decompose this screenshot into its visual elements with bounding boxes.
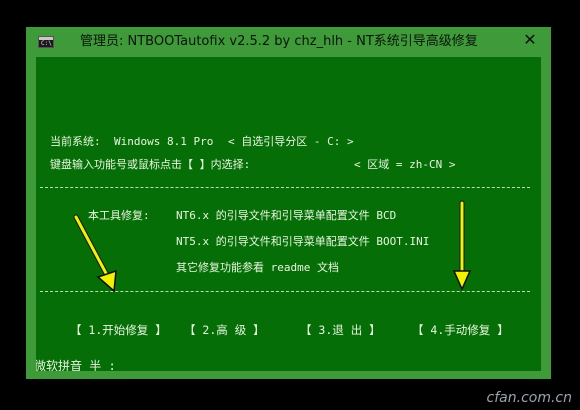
self-select-partition-button[interactable]: < 自选引导分区 - C: > [228, 135, 354, 149]
divider-top [40, 187, 530, 188]
title-bar[interactable]: C:\ 管理员: NTBOOTautofix v2.5.2 by chz_hlh… [26, 27, 551, 57]
repair-label: 本工具修复: [88, 209, 150, 222]
repair-item-nt6: NT6.x 的引导文件和引导菜单配置文件 BCD [176, 209, 397, 222]
divider-bottom [40, 291, 530, 292]
console-area: 当前系统: Windows 8.1 Pro < 自选引导分区 - C: > 键盘… [36, 57, 541, 371]
console-window: C:\ 管理员: NTBOOTautofix v2.5.2 by chz_hlh… [26, 27, 551, 379]
site-watermark: cfan.com.cn [486, 390, 572, 406]
close-button[interactable]: ✕ [515, 30, 545, 50]
window-title: 管理员: NTBOOTautofix v2.5.2 by chz_hlh - N… [80, 34, 478, 49]
manual-repair-button[interactable]: 【 4.手动修复 】 [412, 323, 509, 337]
exit-button[interactable]: 【 3.退 出 】 [300, 323, 381, 337]
repair-item-nt5: NT5.x 的引导文件和引导菜单配置文件 BOOT.INI [176, 235, 430, 248]
current-system-value: Windows 8.1 Pro [114, 135, 214, 148]
ime-status: 微软拼音 半 : [36, 359, 116, 371]
region-setting[interactable]: < 区域 = zh-CN > [354, 158, 455, 172]
advanced-button[interactable]: 【 2.高 级 】 [184, 323, 265, 337]
start-repair-button[interactable]: 【 1.开始修复 】 [70, 323, 167, 337]
cmd-icon: C:\ [38, 36, 54, 48]
repair-item-other: 其它修复功能参看 readme 文档 [176, 261, 339, 274]
current-system-label: 当前系统: [50, 135, 101, 148]
input-prompt: 键盘输入功能号或鼠标点击【 】内选择: [50, 158, 251, 171]
